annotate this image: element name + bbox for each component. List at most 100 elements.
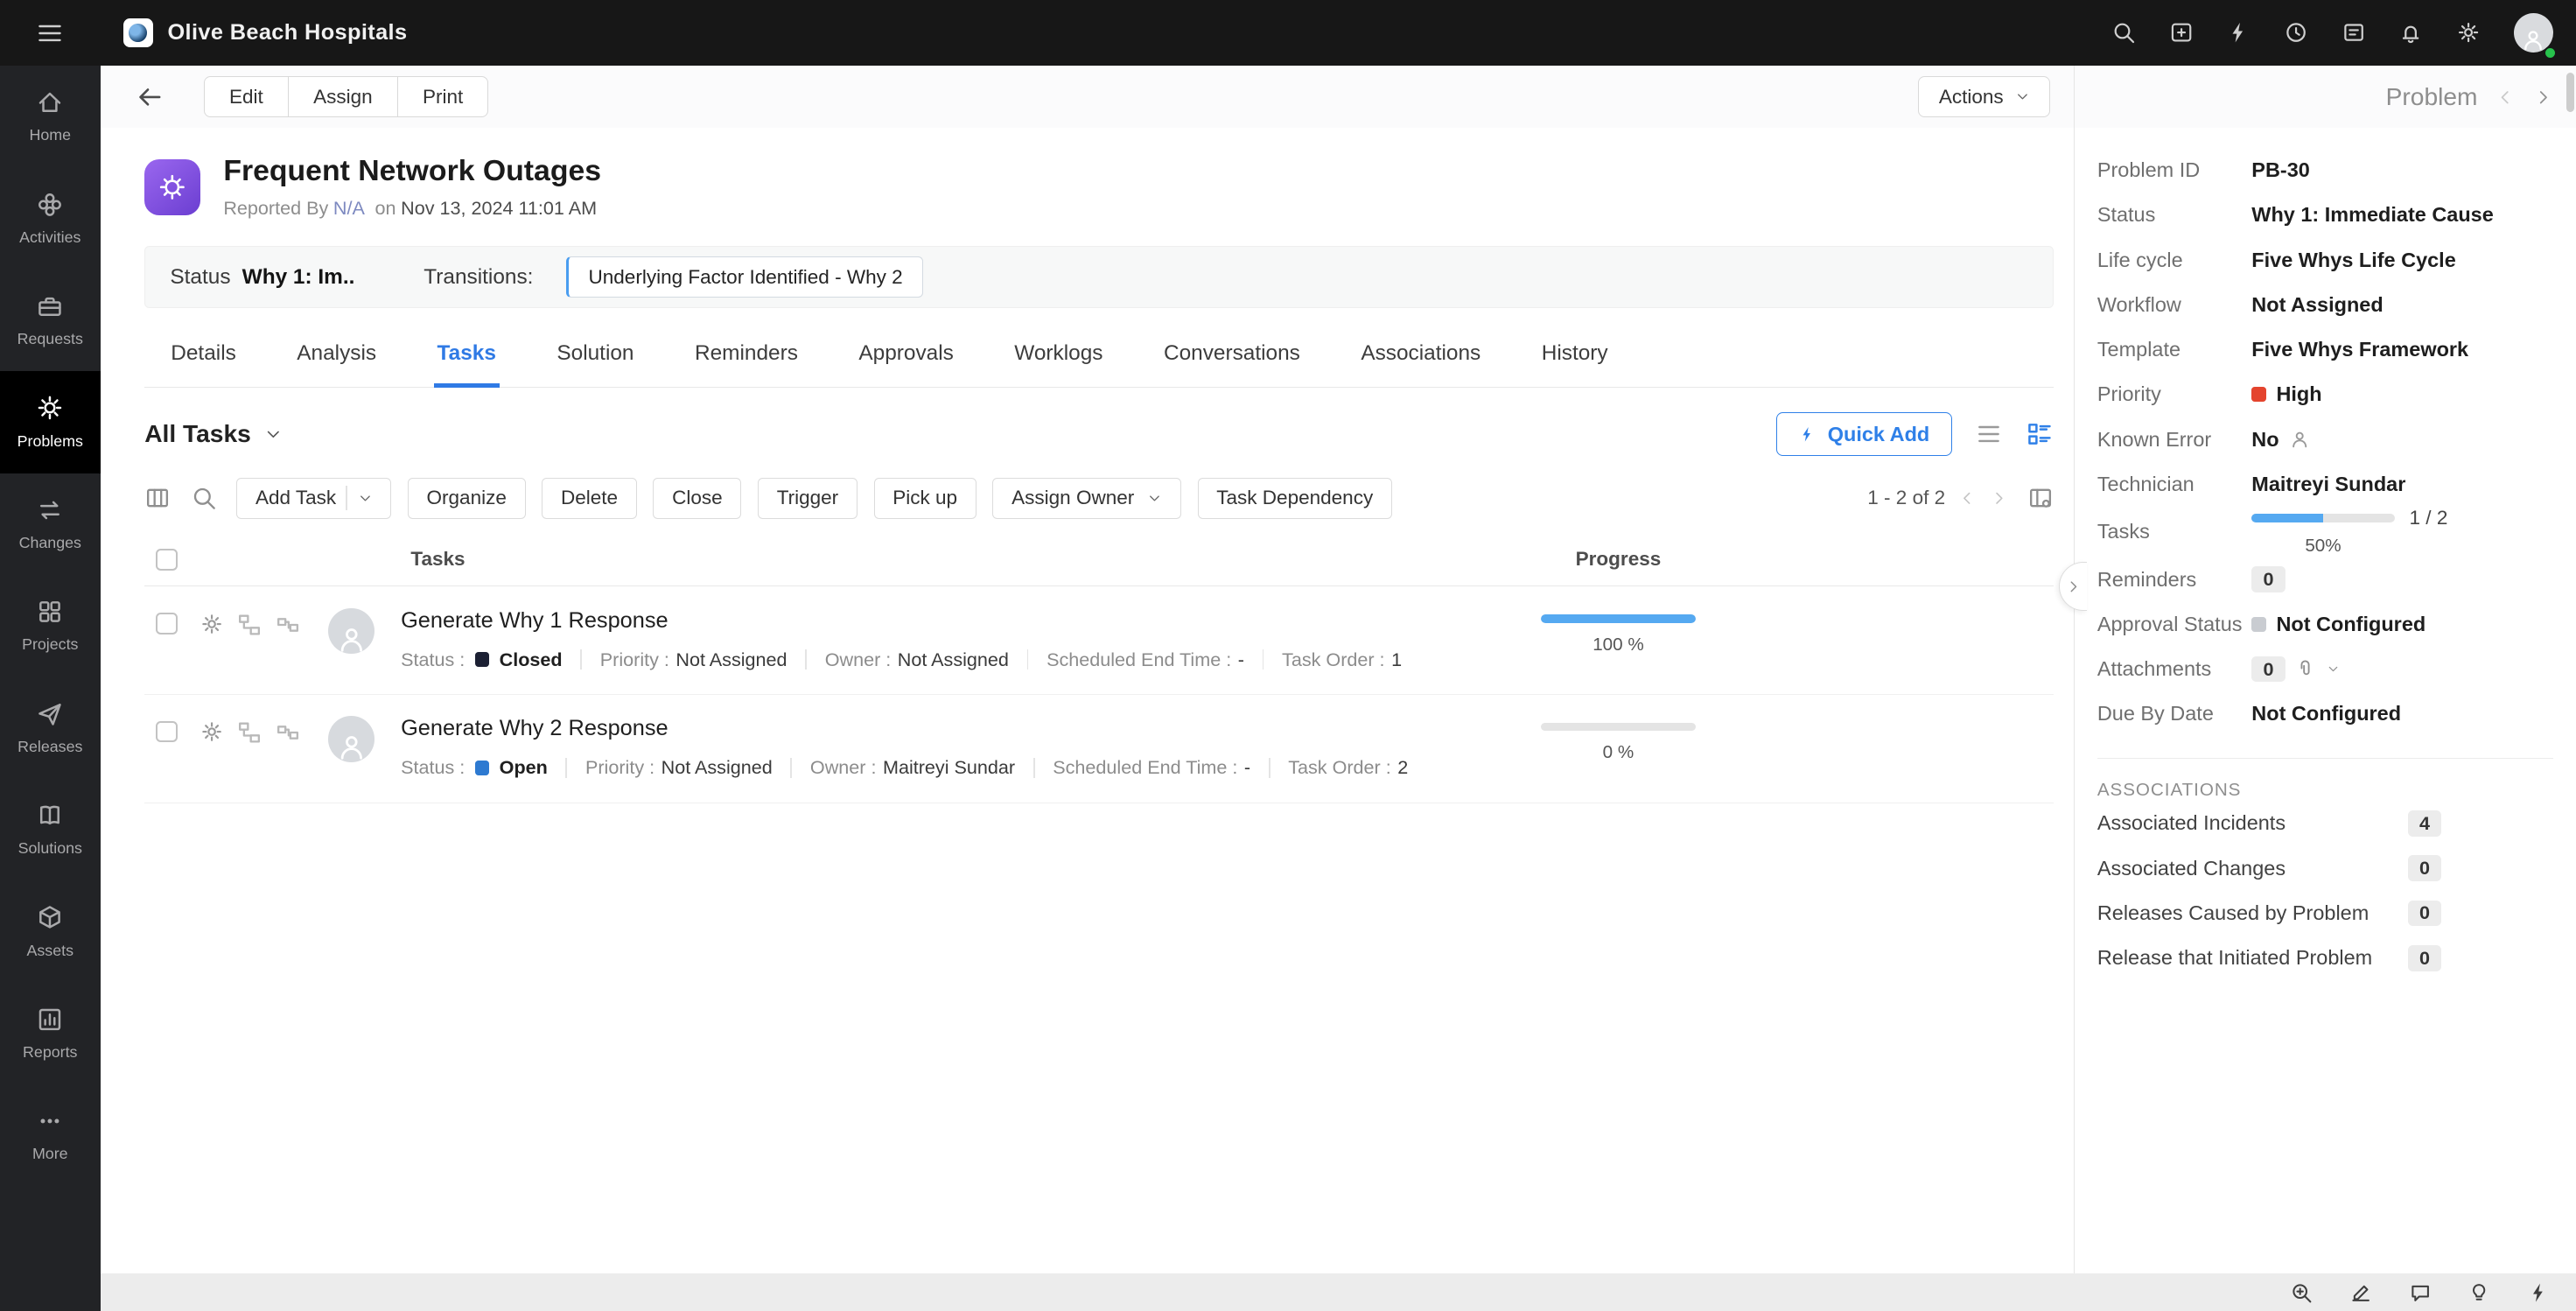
add-column-icon[interactable] [144, 485, 171, 511]
app-logo[interactable] [123, 18, 153, 48]
task-filter-dropdown[interactable]: All Tasks [144, 420, 282, 448]
app-window: Olive Beach Hospitals Home Activities [0, 0, 2576, 1311]
select-all-checkbox[interactable] [156, 549, 177, 570]
idea-bulb-icon[interactable] [2468, 1281, 2490, 1304]
releases-caused-count[interactable]: 0 [2408, 901, 2441, 927]
pick-up-button[interactable]: Pick up [874, 478, 976, 519]
previous-page-icon[interactable] [1958, 489, 1977, 508]
tab-history[interactable]: History [1538, 323, 1611, 388]
tab-conversations[interactable]: Conversations [1160, 323, 1303, 388]
tab-approvals[interactable]: Approvals [856, 323, 957, 388]
sidebar-item-changes[interactable]: Changes [0, 473, 101, 575]
tab-solution[interactable]: Solution [554, 323, 638, 388]
list-view-icon[interactable] [1975, 420, 2003, 448]
sidebar-item-more[interactable]: More [0, 1084, 101, 1186]
chevron-down-icon[interactable] [2327, 663, 2340, 676]
print-button[interactable]: Print [398, 76, 489, 117]
organize-button[interactable]: Organize [408, 478, 526, 519]
quick-add-button[interactable]: Quick Add [1776, 412, 1952, 457]
topbar-icons [2111, 13, 2576, 53]
tab-worklogs[interactable]: Worklogs [1012, 323, 1107, 388]
pagination: 1 - 2 of 2 [1867, 487, 2007, 509]
task-settings-gear-icon[interactable] [187, 608, 236, 636]
sidebar-item-home[interactable]: Home [0, 66, 101, 167]
paperclip-icon[interactable] [2295, 658, 2316, 679]
row-checkbox[interactable] [156, 721, 177, 742]
task-owner-avatar [328, 716, 374, 762]
add-task-button[interactable]: Add Task [236, 478, 391, 519]
dependency-icon[interactable] [275, 719, 301, 746]
assign-owner-button[interactable]: Assign Owner [992, 478, 1180, 519]
task-settings-gear-icon[interactable] [187, 716, 236, 744]
next-record-icon[interactable] [2533, 88, 2553, 108]
sidebar-item-projects[interactable]: Projects [0, 575, 101, 677]
release-initiated-count[interactable]: 0 [2408, 945, 2441, 971]
sidebar-item-activities[interactable]: Activities [0, 168, 101, 270]
next-page-icon[interactable] [1990, 489, 2008, 508]
edit-button[interactable]: Edit [204, 76, 289, 117]
sidebar-item-releases[interactable]: Releases [0, 677, 101, 779]
user-avatar[interactable] [2514, 13, 2553, 53]
row-checkbox[interactable] [156, 613, 177, 634]
chat-icon[interactable] [2409, 1281, 2432, 1304]
table-header-row: Tasks Progress [144, 535, 2054, 586]
reported-by-value[interactable]: N/A [333, 197, 365, 219]
zia-bolt-icon[interactable] [2226, 20, 2250, 45]
task-title[interactable]: Generate Why 2 Response [401, 716, 1462, 741]
associated-incidents-count[interactable]: 4 [2408, 810, 2441, 837]
settings-gear-icon[interactable] [2456, 20, 2481, 45]
subtask-icon[interactable] [236, 612, 262, 638]
tab-analysis[interactable]: Analysis [294, 323, 380, 388]
notifications-bell-icon[interactable] [2398, 20, 2423, 45]
back-arrow-icon[interactable] [135, 82, 164, 112]
trigger-button[interactable]: Trigger [758, 478, 858, 519]
entity-nav-label: Problem [2386, 83, 2478, 111]
task-priority-value: Not Assigned [676, 648, 787, 671]
transition-action-button[interactable]: Underlying Factor Identified - Why 2 [566, 256, 923, 298]
close-button[interactable]: Close [653, 478, 741, 519]
vertical-scrollbar[interactable] [2566, 73, 2574, 112]
tab-tasks[interactable]: Tasks [434, 323, 500, 388]
associated-changes-count[interactable]: 0 [2408, 855, 2441, 881]
history-icon[interactable] [2284, 20, 2308, 45]
search-icon[interactable] [2111, 20, 2136, 45]
association-row: Release that Initiated Problem 0 [2097, 936, 2553, 980]
delete-button[interactable]: Delete [542, 478, 636, 519]
hamburger-menu-icon[interactable] [0, 19, 101, 47]
sidebar-item-assets[interactable]: Assets [0, 880, 101, 982]
reminders-count-badge[interactable]: 0 [2251, 566, 2285, 592]
projects-icon [36, 598, 64, 626]
previous-record-icon[interactable] [2496, 88, 2516, 108]
subtask-icon[interactable] [236, 719, 262, 746]
tab-details[interactable]: Details [168, 323, 240, 388]
task-title[interactable]: Generate Why 1 Response [401, 608, 1462, 634]
person-icon[interactable] [2289, 429, 2310, 450]
actions-menu-button[interactable]: Actions [1918, 76, 2050, 117]
zia-search-icon[interactable] [2290, 1281, 2313, 1304]
task-dependency-button[interactable]: Task Dependency [1198, 478, 1392, 519]
whats-new-icon[interactable] [2169, 20, 2194, 45]
feedback-compose-icon[interactable] [2349, 1281, 2372, 1304]
search-tasks-icon[interactable] [191, 485, 217, 511]
tab-associations[interactable]: Associations [1358, 323, 1484, 388]
requests-icon [36, 292, 64, 320]
reported-line: Reported ByN/A onNov 13, 2024 11:01 AM [223, 197, 601, 220]
progress-column-header: Progress [1462, 548, 1774, 571]
task-row: Generate Why 2 Response Status : Open Pr… [144, 695, 2054, 803]
quick-actions-icon[interactable] [2527, 1281, 2550, 1304]
dependency-icon[interactable] [275, 612, 301, 638]
tab-reminders[interactable]: Reminders [691, 323, 801, 388]
sidebar-item-solutions[interactable]: Solutions [0, 779, 101, 880]
attachments-count-badge[interactable]: 0 [2251, 656, 2285, 683]
tasks-fraction: 1 / 2 [2410, 507, 2448, 529]
sidebar-item-reports[interactable]: Reports [0, 983, 101, 1084]
chevron-down-icon [2015, 89, 2030, 104]
assign-button[interactable]: Assign [289, 76, 398, 117]
feedback-icon[interactable] [2342, 20, 2366, 45]
sidebar-item-requests[interactable]: Requests [0, 270, 101, 371]
table-settings-icon[interactable] [2027, 485, 2054, 511]
sidebar-item-problems[interactable]: Problems [0, 371, 101, 473]
pagination-range: 1 - 2 of 2 [1867, 487, 1945, 509]
detail-view-icon[interactable] [2026, 420, 2054, 448]
detail-tabs: Details Analysis Tasks Solution Reminder… [144, 323, 2054, 387]
